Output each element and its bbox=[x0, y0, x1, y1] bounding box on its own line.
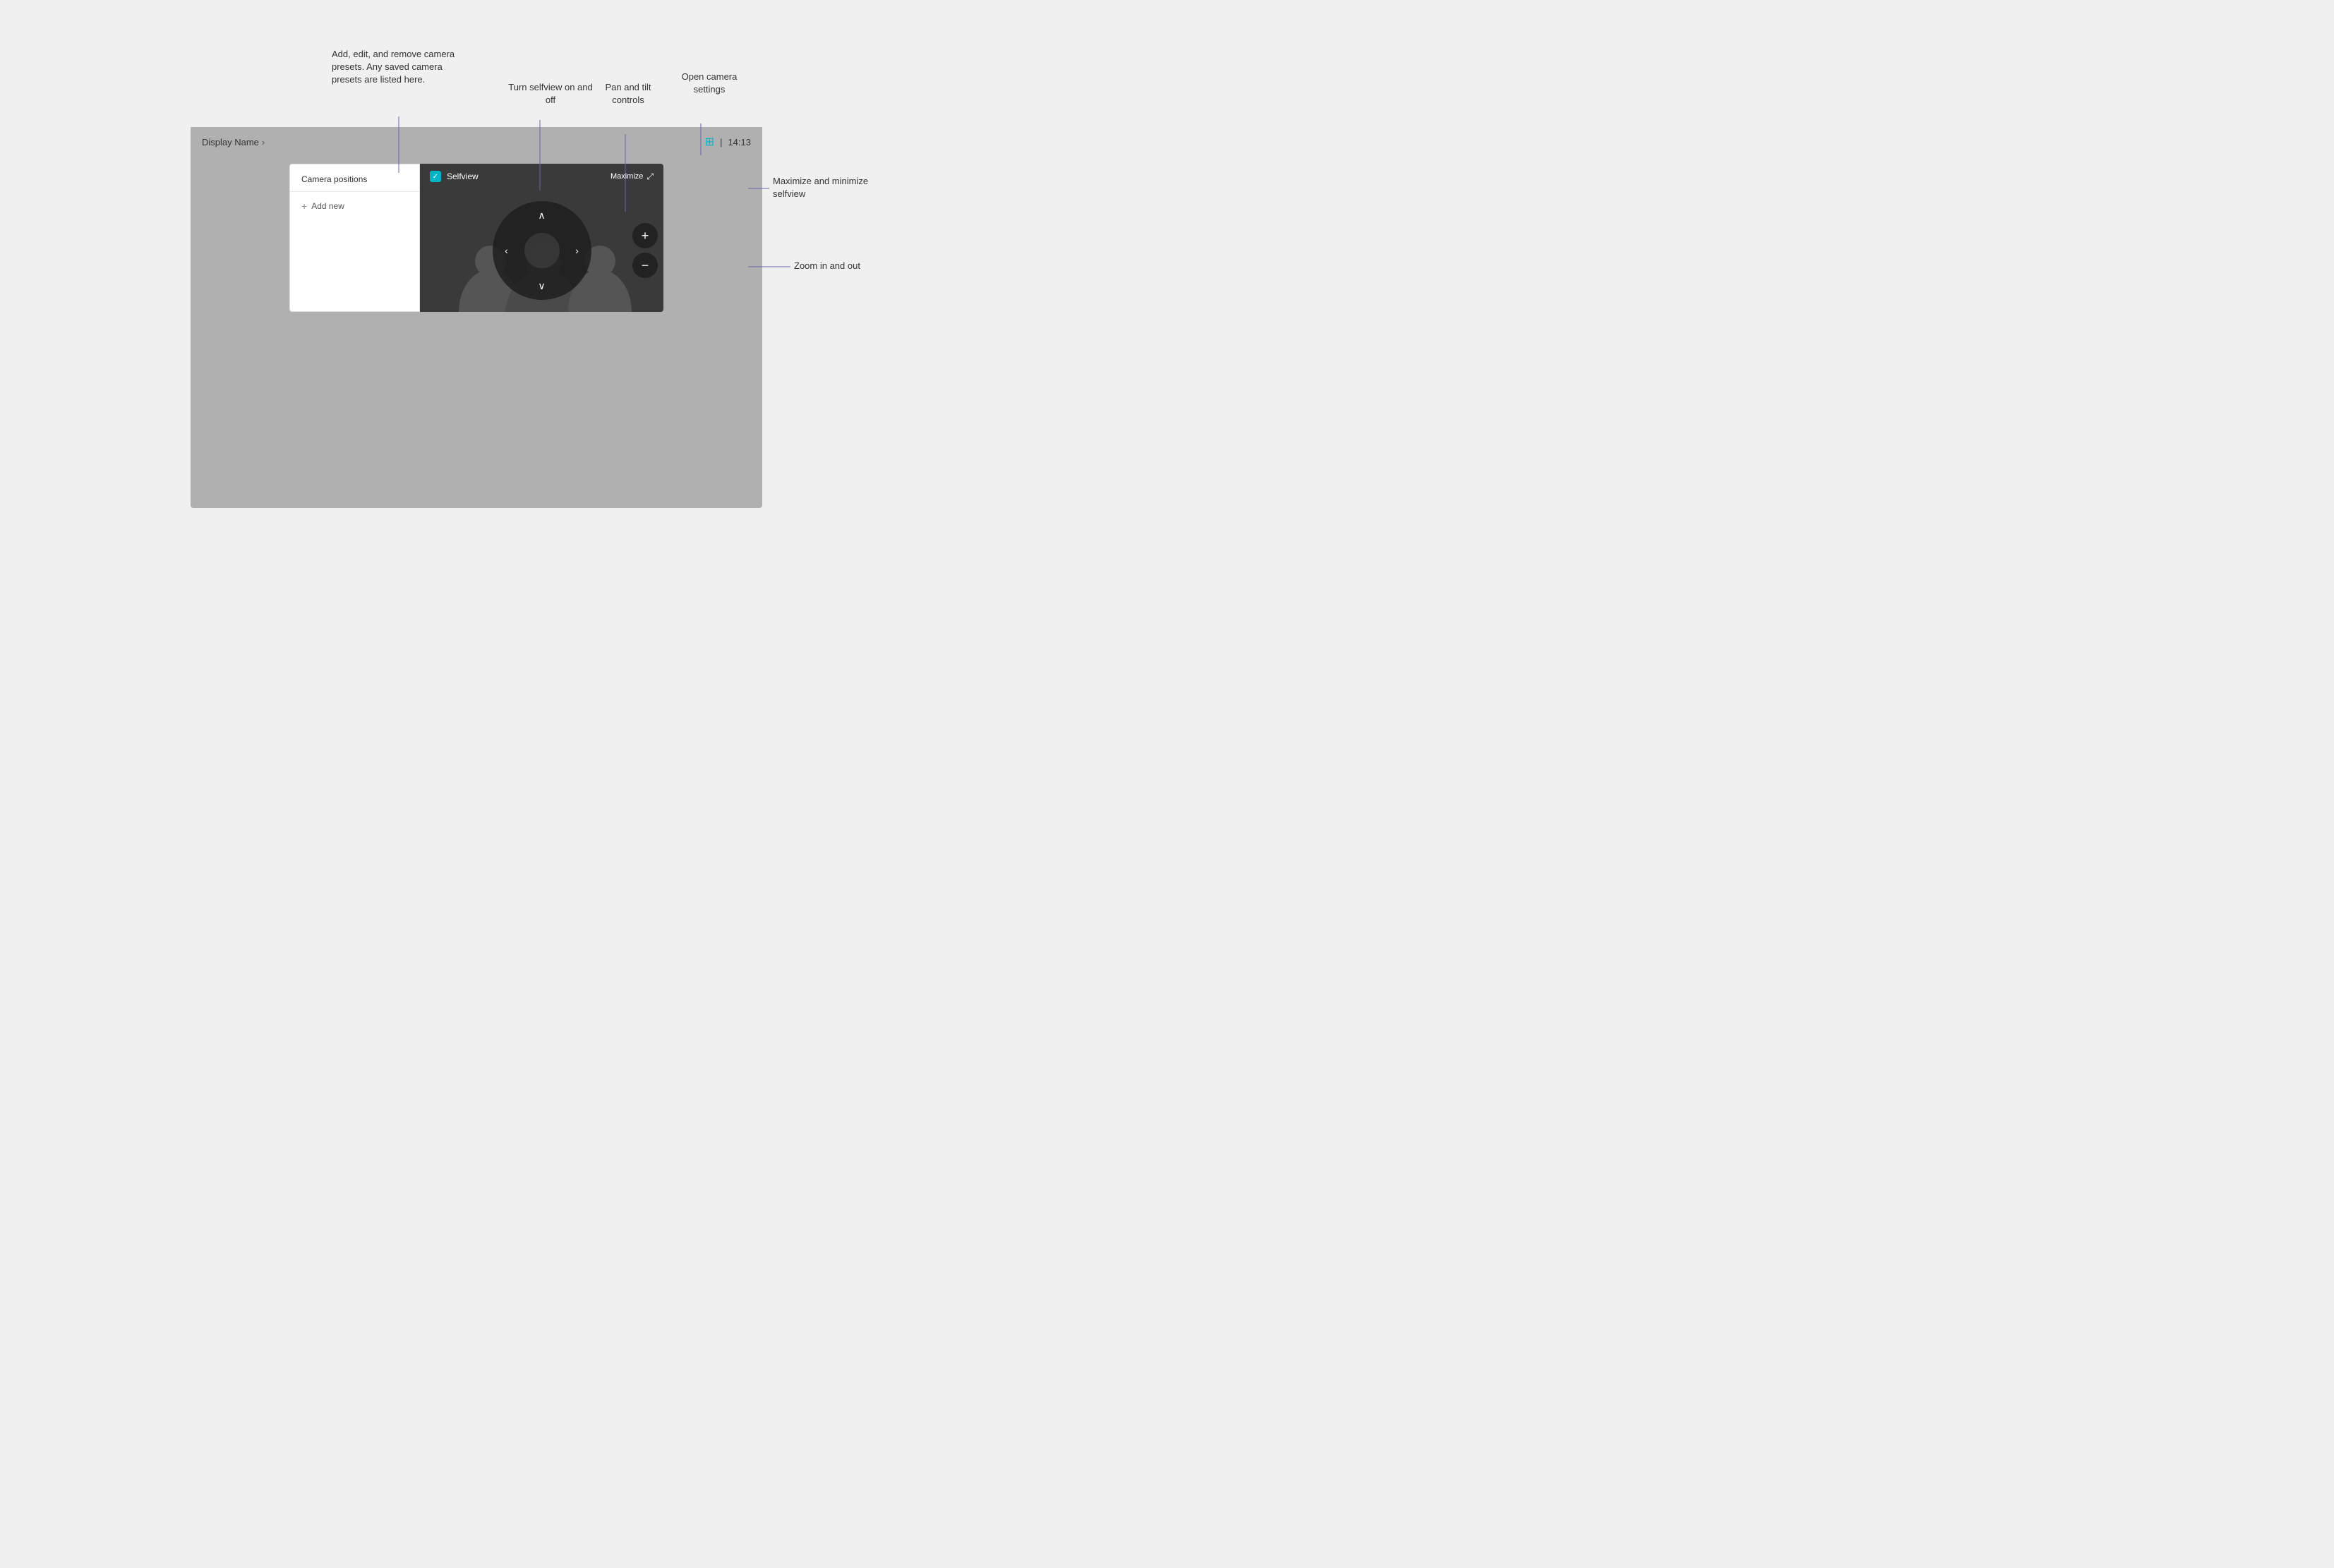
maximize-icon: ⤢ bbox=[646, 171, 654, 182]
check-icon: ✓ bbox=[433, 173, 438, 181]
clock: 14:13 bbox=[728, 137, 751, 147]
pan-tilt-center bbox=[524, 233, 560, 268]
selfview-toggle-area[interactable]: ✓ Selfview bbox=[430, 171, 479, 182]
camera-positions-panel: Camera positions + Add new bbox=[289, 164, 420, 312]
annotation-selfview-toggle: Turn selfview on and off bbox=[508, 81, 593, 107]
separator: | bbox=[720, 137, 722, 147]
annotation-pan-tilt: Pan and tilt controls bbox=[596, 81, 660, 107]
annotation-camera-settings: Open camera settings bbox=[670, 71, 748, 96]
display-name-area[interactable]: Display Name › bbox=[202, 137, 265, 147]
selfview-header: ✓ Selfview Maximize ⤢ bbox=[420, 164, 663, 189]
camera-positions-header: Camera positions bbox=[290, 164, 419, 192]
zoom-in-button[interactable]: + bbox=[632, 223, 658, 248]
annotation-camera-presets: Add, edit, and remove camera presets. An… bbox=[332, 48, 473, 87]
topbar-right: ⊞ | 14:13 bbox=[705, 135, 751, 149]
add-icon: + bbox=[301, 200, 307, 212]
selfview-panel: ✓ Selfview Maximize ⤢ bbox=[420, 164, 663, 312]
pan-down-button[interactable]: ∨ bbox=[535, 279, 549, 293]
maximize-label: Maximize bbox=[610, 172, 643, 181]
device-topbar: Display Name › ⊞ | 14:13 bbox=[191, 127, 762, 157]
pan-right-button[interactable]: › bbox=[570, 243, 584, 258]
add-new-button[interactable]: + Add new bbox=[290, 192, 419, 220]
pan-left-button[interactable]: ‹ bbox=[500, 243, 514, 258]
display-name-text: Display Name bbox=[202, 137, 259, 147]
camera-icon[interactable]: ⊞ bbox=[705, 135, 714, 149]
panel-container: Camera positions + Add new ✓ Selfview bbox=[289, 164, 663, 312]
chevron-icon: › bbox=[262, 137, 265, 147]
zoom-controls: + − bbox=[632, 223, 658, 278]
add-new-label: Add new bbox=[311, 201, 344, 211]
pan-tilt-control[interactable]: ∧ ∨ ‹ › bbox=[493, 201, 591, 300]
camera-preview: ∧ ∨ ‹ › bbox=[420, 189, 663, 312]
annotation-zoom: Zoom in and out bbox=[794, 260, 886, 272]
zoom-out-button[interactable]: − bbox=[632, 253, 658, 278]
maximize-button[interactable]: Maximize ⤢ bbox=[610, 171, 654, 182]
selfview-label: Selfview bbox=[447, 171, 479, 181]
annotation-maximize: Maximize and minimize selfview bbox=[773, 175, 886, 200]
selfview-checkbox[interactable]: ✓ bbox=[430, 171, 441, 182]
device-screen: Display Name › ⊞ | 14:13 Camera position… bbox=[191, 127, 762, 508]
pan-up-button[interactable]: ∧ bbox=[535, 208, 549, 222]
